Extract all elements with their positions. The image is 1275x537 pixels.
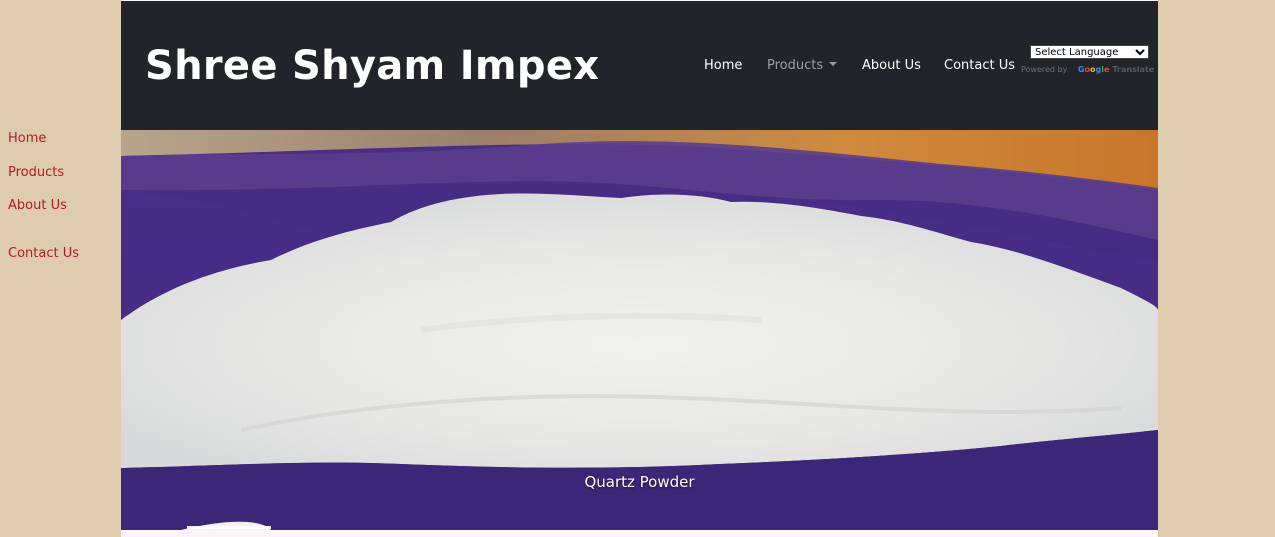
top-navbar: Shree Shyam Impex Home Products About Us… — [121, 1, 1158, 130]
side-link-about-us[interactable]: About Us — [8, 198, 67, 214]
side-link-home[interactable]: Home — [8, 131, 46, 147]
translate-link[interactable]: Translate — [1112, 65, 1154, 74]
carousel-indicator-active[interactable] — [187, 526, 271, 529]
side-navigation: Home Products About Us Contact Us — [0, 0, 121, 537]
caret-down-icon — [829, 62, 838, 66]
brand-title[interactable]: Shree Shyam Impex — [145, 41, 599, 91]
nav-link-contact-us[interactable]: Contact Us — [944, 58, 1015, 74]
quartz-powder-image — [121, 130, 1158, 530]
language-select[interactable]: Select Language — [1030, 45, 1149, 59]
hero-carousel[interactable]: Quartz Powder — [121, 130, 1158, 530]
nav-link-home[interactable]: Home — [704, 58, 742, 74]
nav-link-products-label: Products — [767, 58, 824, 73]
side-link-products[interactable]: Products — [8, 165, 64, 181]
google-logo: Google — [1077, 65, 1110, 74]
nav-link-about-us[interactable]: About Us — [862, 58, 921, 74]
main-container: Shree Shyam Impex Home Products About Us… — [121, 0, 1158, 537]
nav-link-products-dropdown[interactable]: Products — [767, 58, 838, 74]
powered-by-label: Powered by — [1021, 65, 1068, 74]
google-translate-attribution: Powered by Google Translate — [1021, 65, 1154, 75]
side-link-contact-us[interactable]: Contact Us — [8, 246, 79, 262]
carousel-caption: Quartz Powder — [584, 473, 695, 491]
